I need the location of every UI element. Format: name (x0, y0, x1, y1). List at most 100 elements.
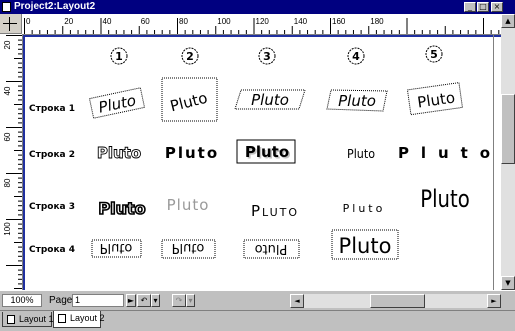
pluto-r4-c3[interactable]: Pluto (243, 239, 300, 259)
pluto-text-flipped: Pluto (100, 240, 133, 255)
row-label: Строка 4 (29, 245, 75, 255)
pluto-text: Pluto (97, 91, 138, 116)
h-ruler-label: 40 (103, 17, 112, 26)
h-ruler-label: 20 (64, 17, 73, 26)
layout-drawing: 1 2 3 4 5 Строка 1 Строка 2 Строка 3 Стр… (29, 45, 490, 260)
column-number: 1 (115, 50, 123, 63)
pluto-r3-c1[interactable]: Pluto (98, 198, 147, 219)
page-right-edge (493, 35, 494, 290)
zoom-field[interactable]: 100% (2, 294, 42, 307)
undo-dropdown[interactable]: ▾ (151, 294, 160, 307)
vertical-scrollbar[interactable]: ▲ ▼ (501, 14, 515, 290)
close-button[interactable]: × (491, 2, 503, 12)
column-number: 4 (352, 50, 360, 63)
pluto-r4-c4[interactable]: Pluto (331, 229, 399, 260)
pluto-r1-c5[interactable]: Pluto (406, 82, 463, 116)
minimize-button[interactable]: _ (464, 2, 476, 12)
horizontal-ruler[interactable]: 0 20 40 60 80 100 120 140 160 180 (22, 14, 501, 35)
pluto-text: Pluto (338, 92, 376, 110)
pluto-r1-c1[interactable]: Pluto (88, 87, 146, 119)
pluto-text: Pluto (251, 91, 289, 109)
page-top-border (23, 35, 501, 37)
page-left-border (23, 35, 25, 290)
v-ruler-label: 60 (3, 132, 12, 141)
pluto-r3-c2[interactable]: Pluto (167, 196, 210, 214)
layout-icon (7, 315, 15, 324)
row-label: Строка 1 (29, 104, 75, 114)
v-ruler-label: 20 (3, 40, 12, 49)
vertical-scroll-thumb[interactable] (501, 94, 515, 164)
window-title: Project2:Layout2 (14, 1, 96, 12)
pluto-r2-c2[interactable]: Pluto (165, 144, 219, 162)
layout-tabs-bar: Layout 1 Layout 2 (0, 310, 515, 331)
h-ruler-label: 180 (370, 17, 384, 26)
maximize-button[interactable]: □ (477, 2, 489, 12)
pluto-r3-c3[interactable]: Pluto (251, 202, 299, 220)
column-number: 5 (430, 48, 438, 61)
column-marker[interactable]: 4 (347, 47, 365, 65)
h-ruler-label: 160 (332, 17, 346, 26)
pluto-r1-c2[interactable]: Pluto (161, 77, 218, 122)
next-page-button[interactable]: ► (126, 294, 136, 307)
column-marker[interactable]: 5 (425, 45, 443, 63)
layout-canvas[interactable]: 1 2 3 4 5 Строка 1 Строка 2 Строка 3 Стр… (23, 35, 501, 290)
row-label: Строка 2 (29, 150, 75, 160)
pluto-text: Pluto (398, 144, 490, 162)
pluto-r3-c4[interactable]: Pluto (343, 202, 386, 215)
pluto-r3-c5[interactable]: Pluto (420, 186, 470, 213)
tab-label: Layout 1 (19, 314, 54, 324)
layout-icon (58, 314, 66, 323)
pluto-r2-c5[interactable]: Pluto (398, 144, 490, 162)
pluto-text: Pluto (347, 147, 375, 161)
pluto-r1-c3[interactable]: Pluto (234, 89, 306, 110)
scroll-right-button[interactable]: ► (487, 294, 501, 308)
vertical-ruler[interactable]: 20 40 60 80 100 (0, 34, 23, 290)
ruler-origin-crosshair[interactable] (0, 14, 22, 34)
pluto-r4-c1[interactable]: Pluto (91, 239, 142, 258)
pluto-text-flipped: Pluto (172, 240, 205, 255)
pluto-r2-c1[interactable]: Pluto (96, 144, 141, 163)
v-ruler-label: 100 (3, 222, 12, 236)
h-ruler-label: 60 (141, 17, 150, 26)
horizontal-scrollbar[interactable]: ◄ ► (290, 294, 501, 308)
document-icon (2, 2, 11, 12)
v-ruler-label: 80 (3, 178, 12, 187)
column-marker[interactable]: 2 (181, 47, 199, 65)
horizontal-scroll-thumb[interactable] (370, 294, 425, 308)
title-bar: Project2:Layout2 _ □ × (0, 0, 515, 14)
column-number: 3 (263, 50, 271, 63)
column-marker[interactable]: 3 (258, 47, 276, 65)
pluto-r2-c4[interactable]: Pluto (347, 147, 375, 161)
h-ruler-label: 140 (294, 17, 308, 26)
redo-button[interactable]: ↷ (172, 294, 186, 307)
pluto-text: Pluto (97, 144, 141, 162)
pluto-text: Pluto (168, 89, 209, 116)
page-number-field[interactable]: 1 (72, 294, 124, 307)
pluto-text: Pluto (339, 234, 392, 258)
redo-dropdown[interactable]: ▾ (186, 294, 195, 307)
scroll-left-button[interactable]: ◄ (290, 294, 304, 308)
pluto-text: Pluto (420, 186, 470, 213)
pluto-r4-c2[interactable]: Pluto (161, 239, 216, 259)
scroll-up-button[interactable]: ▲ (501, 14, 515, 28)
h-ruler-label: 100 (217, 17, 231, 26)
pluto-r2-c3[interactable]: Pluto Pluto (236, 139, 296, 164)
status-bar: 100% Page: 1 ► ↶ ▾ ↷ ▾ ◄ ► (0, 290, 515, 311)
column-marker[interactable]: 1 (110, 47, 128, 65)
tab-layout-2[interactable]: Layout 2 (53, 311, 105, 328)
tab-layout-1[interactable]: Layout 1 (2, 312, 54, 327)
pluto-text: Pluto (343, 202, 386, 215)
h-ruler-label: 0 (26, 17, 31, 26)
column-number: 2 (186, 50, 194, 63)
pluto-text-rotated: Pluto (255, 241, 288, 256)
pluto-text: Pluto (416, 88, 456, 111)
v-ruler-label: 40 (3, 86, 12, 95)
scroll-down-button[interactable]: ▼ (501, 276, 515, 290)
pluto-text: Pluto (98, 199, 145, 218)
h-ruler-label: 80 (179, 17, 188, 26)
pluto-text: Pluto (251, 202, 299, 220)
undo-button[interactable]: ↶ (137, 294, 151, 307)
row-label: Строка 3 (29, 202, 75, 212)
horizontal-ruler-ticks: 0 20 40 60 80 100 120 140 160 180 (24, 17, 500, 34)
pluto-r1-c4[interactable]: Pluto (326, 89, 388, 112)
